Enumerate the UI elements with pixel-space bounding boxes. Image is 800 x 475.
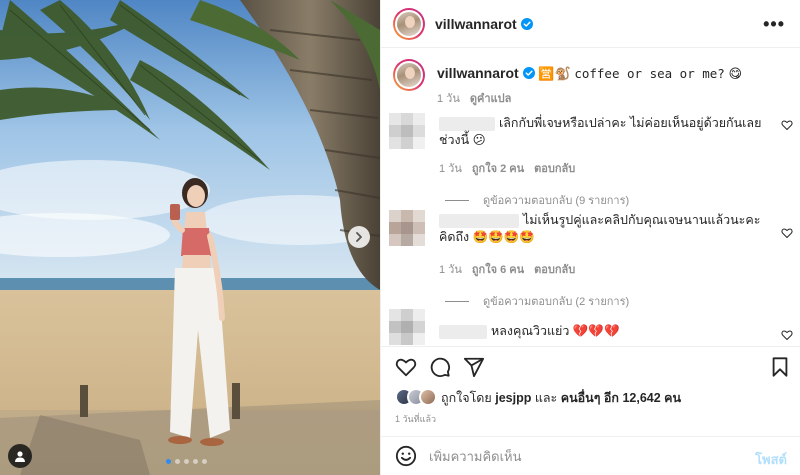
author-avatar[interactable] [393, 7, 425, 40]
caption-meta: 1 วัน ดูคำแปล [437, 89, 511, 107]
likes-text: ถูกใจโดย jesjpp และ คนอื่นๆ อีก 12,642 ค… [441, 388, 681, 408]
carousel-dot [166, 459, 171, 464]
comment-text: ไม่เห็นรูปคู่และคลิปกับคุณเจษนานแล้วนะคะ… [439, 213, 761, 244]
carousel-next-button[interactable] [348, 226, 370, 248]
emoji-icon[interactable] [395, 445, 417, 467]
commenter-avatar-pixelated[interactable] [389, 210, 425, 246]
comment-text: เลิกกับพี่เจษหรือเปล่าคะ ไม่ค่อยเห็นอยู่… [439, 116, 762, 147]
heart-icon[interactable] [395, 356, 417, 378]
post-timestamp[interactable]: 1 วันที่แล้ว [395, 412, 436, 426]
comment-icon[interactable] [429, 356, 451, 378]
caption-avatar[interactable] [393, 59, 425, 91]
user-tag-icon [15, 451, 25, 462]
caption-body: coffee or sea or me? [574, 66, 725, 81]
post-action-bar [381, 346, 800, 386]
caption-username[interactable]: villwannarot [437, 65, 519, 81]
author-username[interactable]: villwannarot [435, 16, 517, 32]
more-options-icon[interactable]: ••• [763, 14, 785, 35]
verified-badge-icon [522, 67, 535, 79]
translate-link[interactable]: ดูคำแปล [470, 93, 512, 105]
chevron-right-icon [356, 232, 362, 242]
comment-input[interactable] [429, 448, 739, 464]
caption-time: 1 วัน [437, 93, 460, 105]
comment-item: หลงคุณวิวแย่ว 💔💔💔 [389, 309, 793, 345]
carousel-dot [175, 459, 180, 464]
reply-button[interactable]: ตอบกลับ [534, 163, 575, 175]
verified-badge-icon [520, 17, 533, 30]
post-details-panel: villwannarot ••• villwannarot 🈺🐒 coffee … [380, 0, 800, 475]
user-tags-button[interactable] [8, 444, 32, 468]
comments-list[interactable]: villwannarot 🈺🐒 coffee or sea or me? 😋 1… [381, 49, 800, 345]
heart-icon[interactable] [781, 329, 793, 341]
comment-text: หลงคุณวิวแย่ว 💔💔💔 [491, 324, 620, 338]
send-icon[interactable] [463, 356, 485, 378]
comment-composer: โพสต์ [381, 436, 800, 475]
comment-meta: 1 วัน ถูกใจ 6 คน ตอบกลับ [439, 260, 575, 278]
post-photo[interactable] [0, 0, 380, 475]
beach-photo-image [0, 0, 380, 475]
heart-icon[interactable] [781, 227, 793, 239]
likes-others-count[interactable]: คนอื่นๆ อีก 12,642 คน [561, 391, 681, 405]
carousel-dot [184, 459, 189, 464]
carousel-dot [202, 459, 207, 464]
post-comment-button[interactable]: โพสต์ [755, 449, 787, 470]
commenter-avatar-pixelated[interactable] [389, 309, 425, 345]
comment-likes[interactable]: ถูกใจ 6 คน [472, 264, 524, 276]
view-replies-button[interactable]: ดูข้อความตอบกลับ (9 รายการ) [445, 191, 629, 209]
bookmark-icon[interactable] [769, 356, 791, 378]
likes-prefix: ถูกใจโดย [441, 391, 492, 405]
caption-emoji-prefix: 🈺🐒 [538, 66, 571, 81]
commenter-avatar-pixelated[interactable] [389, 113, 425, 149]
liker-avatars[interactable] [395, 388, 439, 408]
view-replies-button[interactable]: ดูข้อความตอบกลับ (2 รายการ) [445, 292, 629, 310]
reply-button[interactable]: ตอบกลับ [534, 264, 575, 276]
liker-username[interactable]: jesjpp [495, 391, 531, 405]
heart-icon[interactable] [781, 119, 793, 131]
likes-middle: และ [534, 391, 558, 405]
caption-emoji-suffix: 😋 [728, 66, 743, 81]
likes-summary: ถูกใจโดย jesjpp และ คนอื่นๆ อีก 12,642 ค… [395, 388, 681, 408]
instagram-post-modal: villwannarot ••• villwannarot 🈺🐒 coffee … [0, 0, 800, 475]
carousel-indicator [166, 459, 207, 464]
comment-time: 1 วัน [439, 264, 462, 276]
comment-likes[interactable]: ถูกใจ 2 คน [472, 163, 524, 175]
post-header: villwannarot ••• [381, 0, 800, 48]
comment-time: 1 วัน [439, 163, 462, 175]
caption-text: villwannarot 🈺🐒 coffee or sea or me? 😋 [437, 65, 742, 82]
carousel-dot [193, 459, 198, 464]
comment-meta: 1 วัน ถูกใจ 2 คน ตอบกลับ [439, 159, 575, 177]
